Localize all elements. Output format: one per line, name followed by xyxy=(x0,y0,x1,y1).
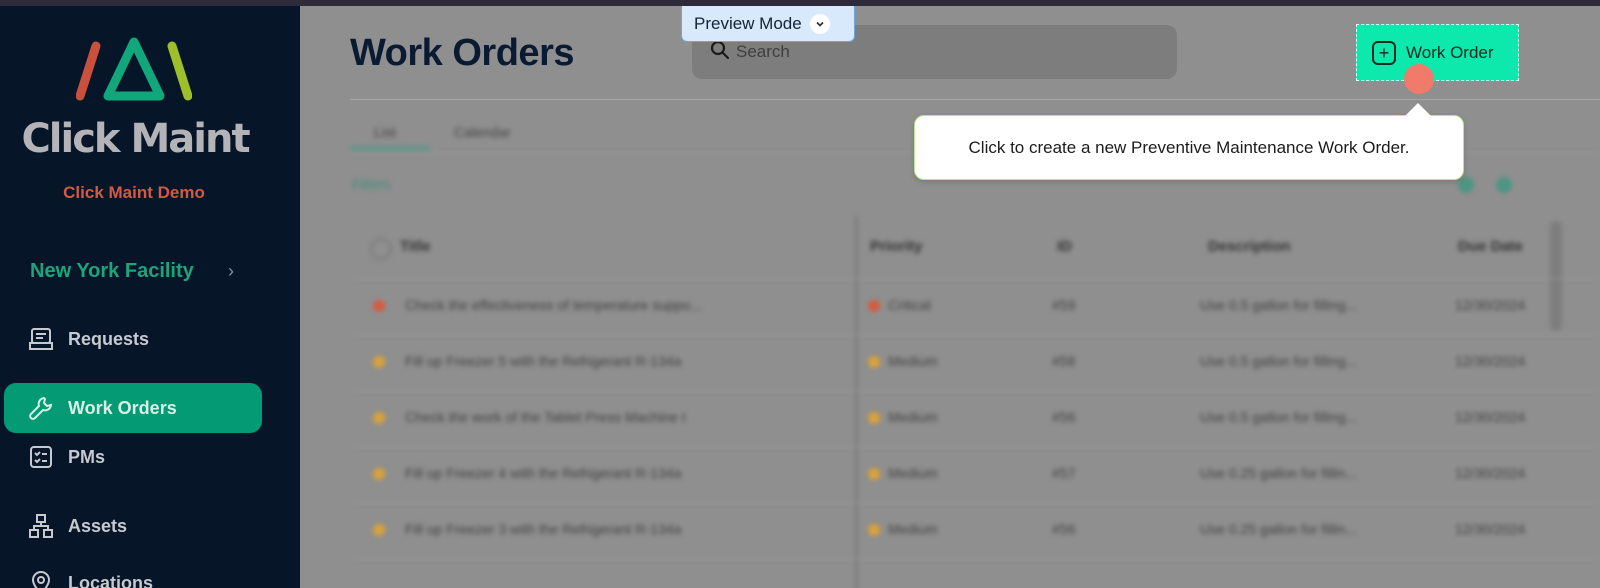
tab-active-indicator xyxy=(350,147,430,150)
row-divider xyxy=(350,390,1600,391)
table-row-description: Use 0.25 gallon for fillin... xyxy=(1200,521,1358,537)
guide-tooltip: Click to create a new Preventive Mainten… xyxy=(914,115,1464,180)
table-row-id: #58 xyxy=(1052,353,1076,369)
table-row-due-date: 12/30/2024 xyxy=(1455,297,1526,313)
table-row-title[interactable]: Fill up Freezer 5 with the Refrigerant R… xyxy=(405,353,681,369)
click-maint-logo-icon xyxy=(76,37,192,101)
table-row-priority: Medium xyxy=(888,353,938,369)
sidebar-item-label: Work Orders xyxy=(68,397,177,418)
search-input[interactable] xyxy=(736,42,1136,62)
table-row-id: #59 xyxy=(1052,297,1076,313)
priority-dot xyxy=(373,468,385,480)
hierarchy-icon xyxy=(26,511,56,541)
table-row-description: Use 0.5 gallon for filling... xyxy=(1200,297,1358,313)
priority-dot xyxy=(373,356,385,368)
sidebar-item-label: Assets xyxy=(68,515,128,536)
table-row-due-date: 12/30/2024 xyxy=(1455,465,1526,481)
sidebar-item-label: PMs xyxy=(68,446,106,467)
table-row-due-date: 12/30/2024 xyxy=(1455,409,1526,425)
table-row-id: #57 xyxy=(1052,465,1076,481)
row-divider xyxy=(350,502,1600,503)
table-row-priority: Medium xyxy=(888,521,938,537)
create-work-order-button[interactable]: + Work Order xyxy=(1356,24,1519,81)
sidebar-item-label: Requests xyxy=(68,328,150,349)
page-title: Work Orders xyxy=(350,32,574,74)
tooltip-text: Click to create a new Preventive Mainten… xyxy=(968,137,1410,157)
column-divider xyxy=(855,216,858,588)
checklist-icon xyxy=(26,442,56,472)
priority-dot xyxy=(373,412,385,424)
row-divider xyxy=(350,334,1600,335)
priority-dot xyxy=(373,524,385,536)
search-icon xyxy=(710,40,730,65)
sidebar-item-pms[interactable]: PMs xyxy=(4,432,262,482)
chevron-down-icon xyxy=(809,13,830,34)
export-icon[interactable] xyxy=(1458,177,1474,193)
main-content: Work Orders List Calendar Filters Title … xyxy=(300,6,1600,588)
priority-dot xyxy=(868,412,880,424)
table-row-description: Use 0.5 gallon for filling... xyxy=(1200,353,1358,369)
table-row-priority: Critical xyxy=(888,297,931,313)
row-divider xyxy=(350,278,1600,279)
table-row-title[interactable]: Fill up Freezer 3 with the Refrigerant R… xyxy=(405,521,681,537)
table-row-id: #56 xyxy=(1052,521,1076,537)
priority-dot xyxy=(868,356,880,368)
table-row-priority: Medium xyxy=(888,409,938,425)
tab-calendar[interactable]: Calendar xyxy=(454,124,511,140)
table-row-due-date: 12/30/2024 xyxy=(1455,521,1526,537)
priority-dot xyxy=(868,524,880,536)
table-row-id: #56 xyxy=(1052,409,1076,425)
sidebar-item-label: Locations xyxy=(68,572,154,588)
priority-dot xyxy=(868,300,880,312)
header-divider xyxy=(350,99,1600,100)
priority-dot xyxy=(868,468,880,480)
settings-icon[interactable] xyxy=(1496,177,1512,193)
table-row-description: Use 0.5 gallon for filling... xyxy=(1200,409,1358,425)
select-all-checkbox[interactable] xyxy=(370,238,392,260)
column-header-description[interactable]: Description xyxy=(1208,238,1291,255)
tooltip-arrow xyxy=(1405,103,1431,116)
sidebar-item-work-orders[interactable]: Work Orders xyxy=(4,383,262,433)
preview-mode-label: Preview Mode xyxy=(694,13,802,33)
tour-hotspot[interactable] xyxy=(1404,64,1434,94)
filters-button[interactable]: Filters xyxy=(352,176,390,192)
priority-dot xyxy=(373,300,385,312)
facility-selector[interactable]: New York Facility xyxy=(30,260,194,283)
sidebar-item-assets[interactable]: Assets xyxy=(4,501,262,551)
column-header-id[interactable]: ID xyxy=(1057,238,1072,255)
table-row-title[interactable]: Check the work of the Tablet Press Machi… xyxy=(405,409,686,425)
location-pin-icon xyxy=(26,568,56,588)
column-header-priority[interactable]: Priority xyxy=(870,238,923,255)
preview-mode-toggle[interactable]: Preview Mode xyxy=(681,6,855,42)
brand-name: Click Maint xyxy=(21,116,250,162)
sidebar-item-locations[interactable]: Locations xyxy=(4,558,262,588)
table-row-due-date: 12/30/2024 xyxy=(1455,353,1526,369)
sidebar-item-requests[interactable]: Requests xyxy=(4,314,262,364)
table-row-title[interactable]: Check the effectiveness of temperature s… xyxy=(405,297,702,313)
wrench-icon xyxy=(26,393,56,423)
create-work-order-label: Work Order xyxy=(1406,42,1494,62)
row-divider xyxy=(350,446,1600,447)
sidebar: Click Maint Click Maint Demo New York Fa… xyxy=(0,6,300,588)
tab-list[interactable]: List xyxy=(374,124,396,140)
row-divider xyxy=(350,558,1600,559)
table-row-priority: Medium xyxy=(888,465,938,481)
requests-icon xyxy=(26,324,56,354)
table-scrollbar[interactable] xyxy=(1550,221,1562,331)
column-header-title[interactable]: Title xyxy=(400,238,431,255)
chevron-right-icon[interactable]: › xyxy=(228,261,234,282)
table-row-title[interactable]: Fill up Freezer 4 with the Refrigerant R… xyxy=(405,465,681,481)
organization-name: Click Maint Demo xyxy=(63,183,205,202)
plus-icon: + xyxy=(1372,40,1396,65)
table-row-description: Use 0.25 gallon for fillin... xyxy=(1200,465,1358,481)
column-header-due-date[interactable]: Due Date xyxy=(1458,238,1523,255)
